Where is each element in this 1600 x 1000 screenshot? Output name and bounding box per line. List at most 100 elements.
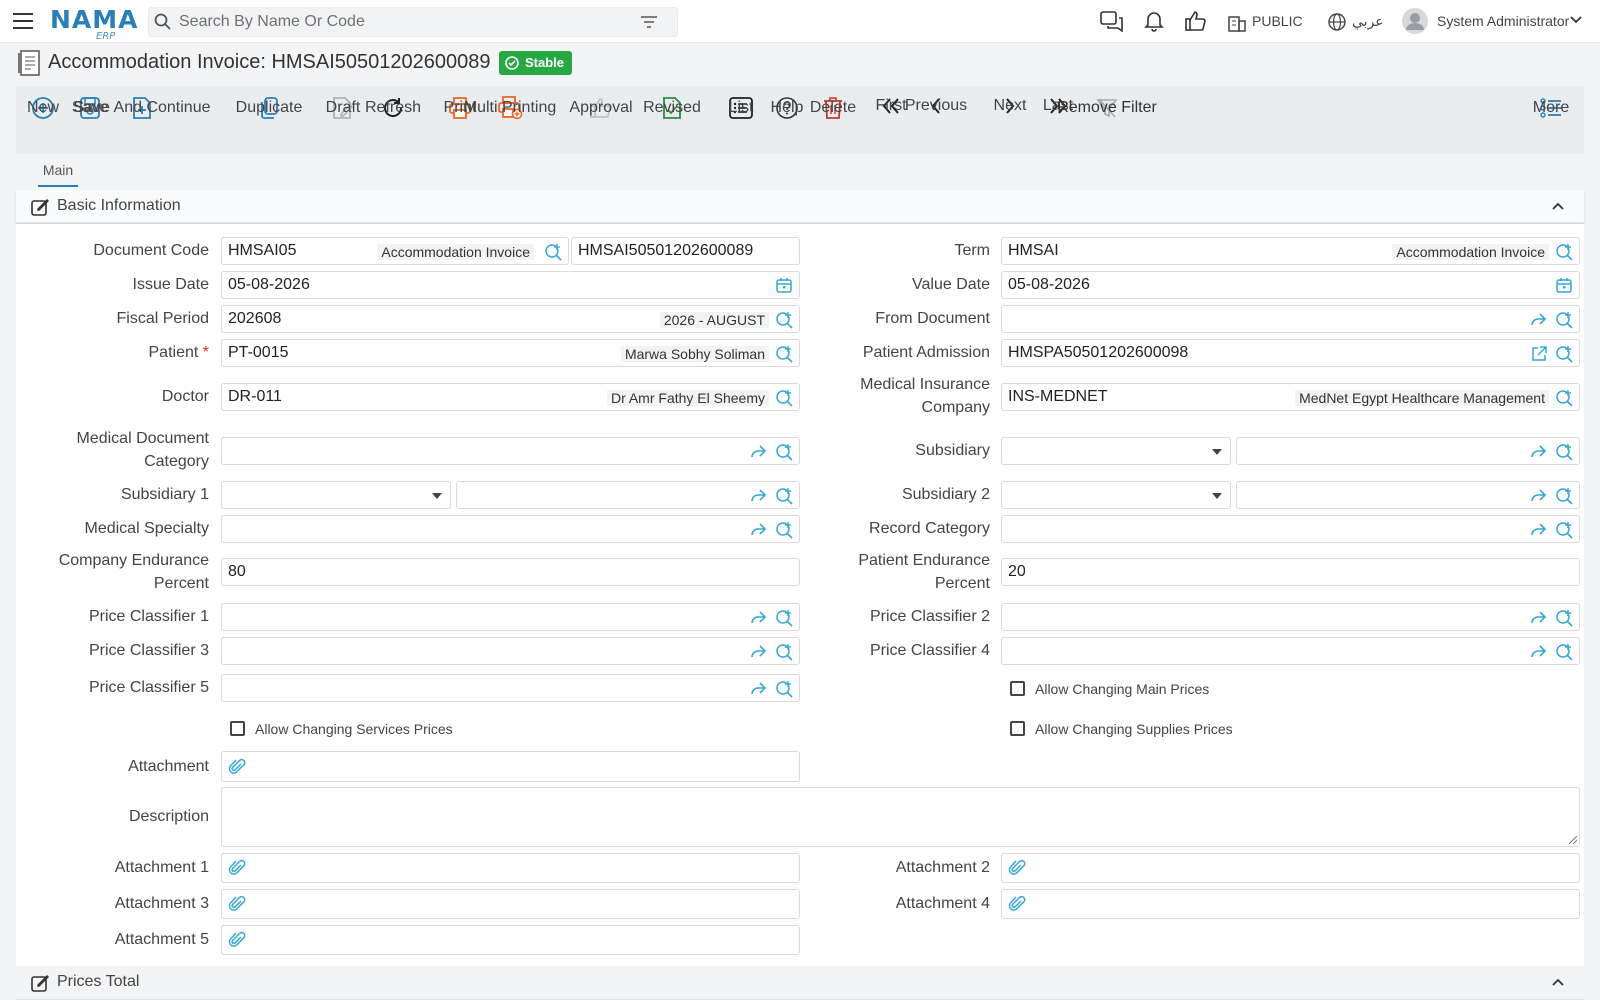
attachment-4-field[interactable] <box>1001 889 1580 919</box>
patient-endurance-field[interactable]: 20 <box>1001 558 1580 586</box>
globe-icon[interactable] <box>1327 12 1347 32</box>
price-classifier-4-field[interactable] <box>1001 637 1580 665</box>
search-input[interactable] <box>179 12 639 32</box>
record-category-field[interactable] <box>1001 515 1580 543</box>
document-number-field[interactable]: HMSAI50501202600089 <box>571 237 800 265</box>
share-arrow-icon[interactable] <box>1529 610 1547 626</box>
chevron-down-icon[interactable] <box>1570 16 1582 24</box>
filter-icon[interactable] <box>641 16 657 28</box>
search-plus-icon[interactable] <box>775 487 793 505</box>
list-button[interactable]: List <box>729 94 753 122</box>
paperclip-icon[interactable] <box>1008 895 1026 913</box>
chevron-up-icon[interactable] <box>1552 978 1564 986</box>
search-plus-icon[interactable] <box>1555 487 1573 505</box>
calendar-icon[interactable] <box>1556 277 1572 293</box>
search-plus-icon[interactable] <box>1555 311 1573 329</box>
term-field[interactable]: HMSAI Accommodation Invoice <box>1001 237 1580 265</box>
calendar-icon[interactable] <box>776 277 792 293</box>
section-basic-information[interactable]: Basic Information <box>16 190 1584 223</box>
insurance-company-field[interactable]: INS-MEDNET MedNet Egypt Healthcare Manag… <box>1001 383 1580 411</box>
search-plus-icon[interactable] <box>1555 345 1573 363</box>
search-plus-icon[interactable] <box>775 345 793 363</box>
avatar[interactable] <box>1402 8 1428 34</box>
chat-icon[interactable] <box>1100 10 1124 32</box>
attachment-field[interactable] <box>221 751 800 782</box>
value-date-field[interactable]: 05-08-2026 <box>1001 271 1580 299</box>
paperclip-icon[interactable] <box>228 758 246 776</box>
document-code-field[interactable]: HMSAI05 Accommodation Invoice <box>221 237 569 265</box>
more-button[interactable]: More <box>1533 94 1569 122</box>
new-button[interactable]: New <box>27 94 59 122</box>
subsidiary-2-field[interactable] <box>1236 481 1580 509</box>
language-switch[interactable]: عربي <box>1352 13 1384 30</box>
search-plus-icon[interactable] <box>775 311 793 329</box>
fiscal-period-field[interactable]: 202608 2026 - AUGUST <box>221 305 800 333</box>
search-plus-icon[interactable] <box>1555 643 1573 661</box>
share-arrow-icon[interactable] <box>749 444 767 460</box>
share-arrow-icon[interactable] <box>749 681 767 697</box>
share-arrow-icon[interactable] <box>1529 488 1547 504</box>
price-classifier-3-field[interactable] <box>221 637 800 665</box>
search-plus-icon[interactable] <box>1555 609 1573 627</box>
resize-handle-icon[interactable] <box>1569 836 1577 844</box>
user-name[interactable]: System Administrator <box>1437 13 1569 29</box>
paperclip-icon[interactable] <box>228 895 246 913</box>
attachment-1-field[interactable] <box>221 853 800 883</box>
subsidiary-type-select[interactable] <box>1001 437 1231 465</box>
subsidiary-1-type-select[interactable] <box>221 481 451 509</box>
paperclip-icon[interactable] <box>1008 859 1026 877</box>
delete-button[interactable]: Delete <box>810 94 856 122</box>
attachment-2-field[interactable] <box>1001 853 1580 883</box>
share-arrow-icon[interactable] <box>749 488 767 504</box>
share-arrow-icon[interactable] <box>749 644 767 660</box>
bell-icon[interactable] <box>1144 10 1164 32</box>
medical-specialty-field[interactable] <box>221 515 800 543</box>
next-button[interactable]: Next <box>994 92 1027 120</box>
share-arrow-icon[interactable] <box>1529 522 1547 538</box>
previous-button[interactable]: Previous <box>905 92 967 120</box>
medical-document-category-field[interactable] <box>221 437 800 465</box>
allow-services-prices-checkbox[interactable] <box>230 721 245 736</box>
price-classifier-2-field[interactable] <box>1001 603 1580 631</box>
subsidiary-1-field[interactable] <box>456 481 800 509</box>
search-plus-icon[interactable] <box>775 389 793 407</box>
allow-main-prices-checkbox[interactable] <box>1010 681 1025 696</box>
help-button[interactable]: Help <box>771 94 803 122</box>
duplicate-button[interactable]: Duplicate <box>236 94 302 122</box>
save-and-continue-button[interactable]: Save And Continue <box>74 94 211 122</box>
search-plus-icon[interactable] <box>1555 521 1573 539</box>
price-classifier-1-field[interactable] <box>221 603 800 631</box>
section-prices-total[interactable]: Prices Total <box>16 966 1584 1000</box>
from-document-field[interactable] <box>1001 305 1580 333</box>
search-plus-icon[interactable] <box>1555 243 1573 261</box>
search-plus-icon[interactable] <box>775 521 793 539</box>
doctor-field[interactable]: DR-011 Dr Amr Fathy El Sheemy <box>221 383 800 411</box>
company-endurance-field[interactable]: 80 <box>221 558 800 586</box>
external-link-icon[interactable] <box>1531 346 1547 362</box>
share-arrow-icon[interactable] <box>1529 644 1547 660</box>
search-plus-icon[interactable] <box>1555 443 1573 461</box>
subsidiary-field[interactable] <box>1236 437 1580 465</box>
issue-date-field[interactable]: 05-08-2026 <box>221 271 800 299</box>
subsidiary-2-type-select[interactable] <box>1001 481 1231 509</box>
paperclip-icon[interactable] <box>228 931 246 949</box>
price-classifier-5-field[interactable] <box>221 674 800 702</box>
search-plus-icon[interactable] <box>1555 389 1573 407</box>
patient-admission-field[interactable]: HMSPA50501202600098 <box>1001 339 1580 367</box>
search-plus-icon[interactable] <box>544 243 562 261</box>
tab-main[interactable]: Main <box>38 162 78 187</box>
allow-supplies-prices-checkbox[interactable] <box>1010 721 1025 736</box>
chevron-up-icon[interactable] <box>1552 202 1564 210</box>
description-textarea[interactable] <box>221 787 1580 847</box>
branch-selector[interactable]: PUBLIC <box>1252 13 1303 29</box>
share-arrow-icon[interactable] <box>1529 444 1547 460</box>
app-logo[interactable]: NAMA ERP <box>50 5 139 42</box>
share-arrow-icon[interactable] <box>749 610 767 626</box>
patient-field[interactable]: PT-0015 Marwa Sobhy Soliman <box>221 339 800 367</box>
global-search[interactable] <box>148 7 678 37</box>
refresh-button[interactable]: Refresh <box>365 94 421 122</box>
multi-printing-button[interactable]: Multi Printing <box>464 94 556 122</box>
first-button[interactable]: First <box>875 92 906 120</box>
attachment-3-field[interactable] <box>221 889 800 919</box>
share-arrow-icon[interactable] <box>1529 312 1547 328</box>
